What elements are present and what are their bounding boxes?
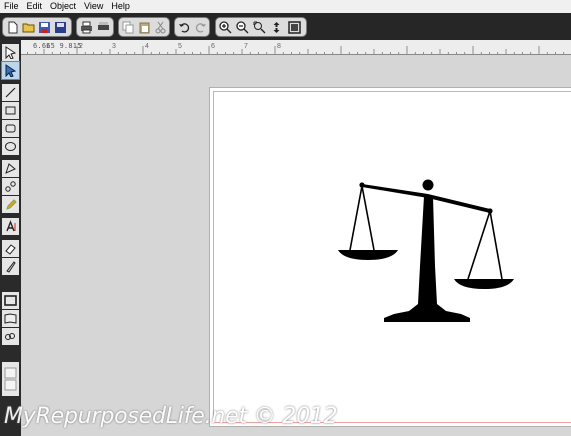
menu-help[interactable]: Help	[108, 0, 135, 13]
ruler-label: 8	[277, 43, 281, 50]
view-weld-tool-icon[interactable]	[2, 328, 19, 345]
menu-object[interactable]: Object	[47, 0, 81, 13]
page[interactable]	[209, 87, 571, 427]
rounded-rect-tool-icon[interactable]	[2, 120, 19, 137]
text-tool-icon[interactable]	[2, 218, 19, 235]
knife-tool-icon[interactable]	[2, 258, 19, 275]
zoom-selection-icon[interactable]	[252, 20, 267, 35]
copy-icon[interactable]	[121, 20, 136, 35]
horizontal-ruler: 12345678 6.665 9.815	[21, 40, 571, 55]
zoom-page-icon[interactable]	[287, 20, 302, 35]
polygon-tool-icon[interactable]	[2, 160, 19, 177]
toolbar	[0, 13, 571, 40]
ruler-label: 3	[112, 43, 116, 50]
menu-edit[interactable]: Edit	[24, 0, 48, 13]
zoom-fit-icon[interactable]	[269, 20, 284, 35]
clipboard-group	[118, 17, 170, 37]
canvas-area[interactable]	[21, 55, 571, 436]
line-tool-icon[interactable]	[2, 84, 19, 101]
ruler-label: 5	[178, 43, 182, 50]
ellipse-tool-icon[interactable]	[2, 138, 19, 155]
undo-icon[interactable]	[177, 20, 192, 35]
ruler-label: 4	[145, 43, 149, 50]
history-group	[174, 17, 210, 37]
node-tool-icon[interactable]	[1, 61, 20, 80]
new-doc-icon[interactable]	[5, 20, 20, 35]
watermark: MyRepurposedLife.net © 2012	[4, 404, 338, 429]
menu-bar: File Edit Object View Help	[0, 0, 571, 13]
paste-icon[interactable]	[137, 20, 152, 35]
zoom-group	[215, 17, 307, 37]
save-icon[interactable]	[37, 20, 52, 35]
redo-icon[interactable]	[193, 20, 208, 35]
menu-file[interactable]: File	[1, 0, 24, 13]
rectangle-tool-icon[interactable]	[2, 102, 19, 119]
scales-of-justice-graphic[interactable]	[336, 176, 516, 336]
view-mat-tool-icon[interactable]	[2, 310, 19, 327]
select-tool-icon[interactable]	[2, 44, 19, 61]
ruler-ticks: 12345678	[27, 43, 565, 54]
cut-icon[interactable]	[153, 20, 168, 35]
menu-view[interactable]: View	[81, 0, 108, 13]
save-as-icon[interactable]	[53, 20, 68, 35]
file-group	[2, 17, 72, 37]
open-folder-icon[interactable]	[21, 20, 36, 35]
zoom-out-icon[interactable]	[235, 20, 250, 35]
print-group	[76, 17, 114, 37]
eraser-tool-icon[interactable]	[2, 240, 19, 257]
view-single-tool-icon[interactable]	[2, 292, 19, 309]
pencil-tool-icon[interactable]	[2, 196, 19, 213]
bezier-tool-icon[interactable]	[2, 178, 19, 195]
ruler-label: 6	[211, 43, 215, 50]
cursor-coordinates: 6.665 9.815	[33, 42, 82, 50]
ruler-label: 7	[244, 43, 248, 50]
tool-strip	[0, 40, 21, 436]
print-icon[interactable]	[79, 20, 94, 35]
print-preview-icon[interactable]	[96, 20, 111, 35]
zoom-in-icon[interactable]	[218, 20, 233, 35]
layout-tool-icon[interactable]	[2, 362, 19, 396]
